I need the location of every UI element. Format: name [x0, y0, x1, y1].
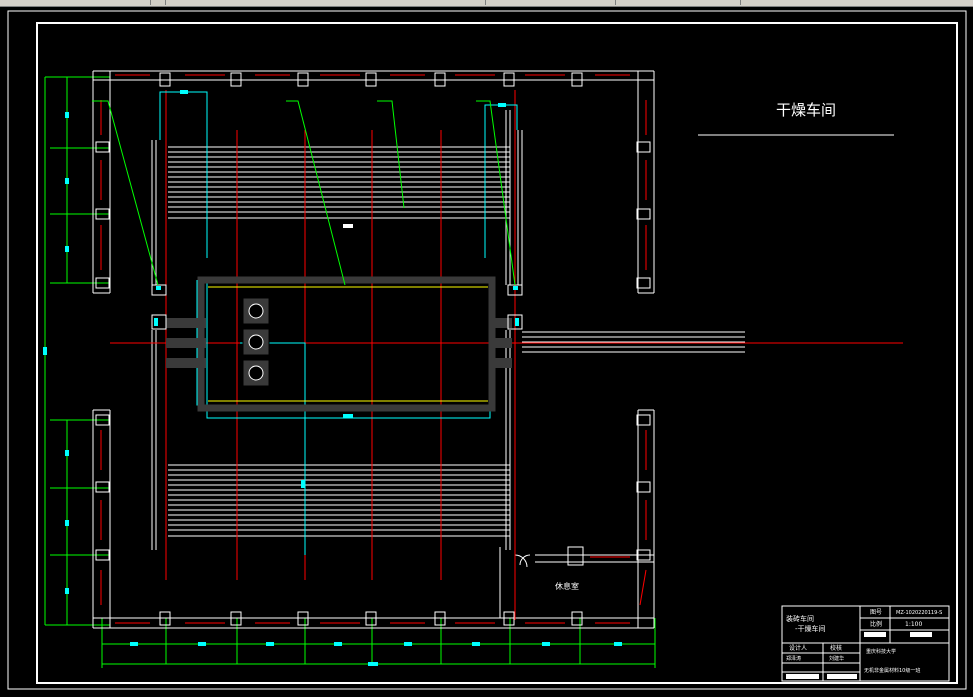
checker-label: 校核 — [830, 644, 842, 652]
drying-rack-lines-top — [168, 146, 510, 219]
drying-rack-lines-bottom — [168, 464, 510, 537]
building-walls — [92, 70, 655, 629]
toolbar-separator — [165, 0, 166, 5]
toolbar-separator — [150, 0, 151, 5]
equipment-outlines — [159, 91, 518, 555]
project-line-1: 装砖车间 — [786, 614, 814, 623]
scale-header: 比例 — [870, 620, 882, 628]
dryer-machine — [166, 276, 512, 412]
center-white-marker — [343, 224, 353, 228]
toolbar-separator — [740, 0, 741, 5]
toolbar-separator — [485, 0, 486, 5]
left-dimension-markers — [43, 112, 69, 594]
rest-room-label: 休息室 — [555, 581, 579, 591]
scale-value: 1:100 — [905, 621, 922, 628]
drawing-title: 干燥车间 — [776, 101, 836, 119]
project-line-2: -干燥车间 — [795, 624, 826, 633]
conveyor-extension — [522, 331, 745, 353]
cad-drawing-canvas[interactable]: 干燥车间 休息室 装砖车间 -干燥车间 图号 MZ-1020220119-S 比… — [0, 6, 973, 693]
leader-lines — [92, 100, 516, 286]
footer-note: 无机非金属材料10级一班 — [864, 667, 920, 674]
checker-name: 刘建华 — [829, 655, 844, 662]
drawing-no: MZ-1020220119-S — [896, 610, 942, 616]
designer-name: 郑泽涛 — [786, 655, 801, 662]
drawing-no-header: 图号 — [870, 609, 882, 616]
bottom-dimension-markers — [130, 642, 622, 666]
left-dimension-chain — [44, 76, 110, 626]
toolbar-separator — [615, 0, 616, 5]
designer-label: 设计人 — [789, 644, 807, 652]
fan-units — [242, 297, 270, 387]
side-door-markers — [154, 286, 519, 326]
school-name: 重庆科技大学 — [866, 648, 896, 655]
cad-drawing: 干燥车间 休息室 装砖车间 -干燥车间 图号 MZ-1020220119-S 比… — [7, 10, 967, 690]
equipment-markers — [180, 90, 506, 488]
inner-sheet-border — [36, 22, 958, 684]
